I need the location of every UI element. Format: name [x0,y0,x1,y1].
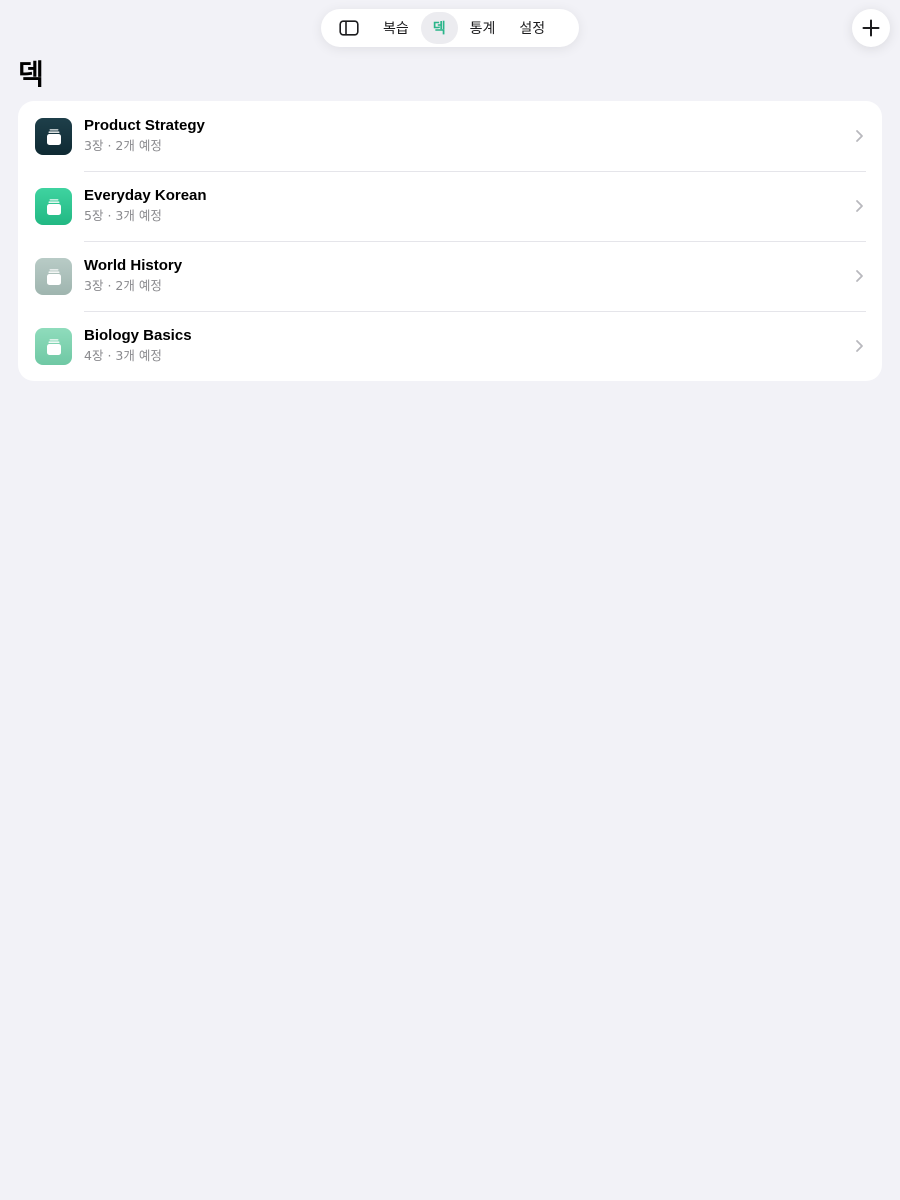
deck-row-world-history[interactable]: World History 3장 · 2개 예정 [18,241,882,311]
deck-stack-icon [35,258,72,295]
deck-stack-icon [35,328,72,365]
deck-meta: 3장 · 2개 예정 [84,278,162,293]
tab-review[interactable]: 복습 [371,12,421,44]
deck-meta: 4장 · 3개 예정 [84,348,162,363]
deck-meta: 5장 · 3개 예정 [84,208,162,223]
chevron-right-icon [856,200,863,212]
deck-stack-icon [35,118,72,155]
chevron-right-icon [856,270,863,282]
deck-title: World History [84,257,183,274]
tab-settings[interactable]: 설정 [507,12,557,44]
deck-meta: 3장 · 2개 예정 [84,138,162,153]
add-deck-button[interactable] [852,9,890,47]
sidebar-toggle-icon [339,20,359,36]
page-title: 덱 [18,58,44,91]
deck-row-biology-basics[interactable]: Biology Basics 4장 · 3개 예정 [18,311,882,381]
deck-row-product-strategy[interactable]: Product Strategy 3장 · 2개 예정 [18,101,882,171]
tab-stats[interactable]: 통계 [458,12,508,44]
chevron-right-icon [856,340,863,352]
sidebar-toggle-button[interactable] [327,12,371,44]
deck-list: Product Strategy 3장 · 2개 예정 Everyday Kor… [18,101,882,381]
top-tab-bar: 복습 덱 통계 설정 [321,9,579,47]
deck-title: Everyday Korean [84,187,207,204]
chevron-right-icon [856,130,863,142]
tab-decks[interactable]: 덱 [420,12,458,44]
plus-icon [862,19,880,37]
deck-stack-icon [35,188,72,225]
deck-row-everyday-korean[interactable]: Everyday Korean 5장 · 3개 예정 [18,171,882,241]
deck-title: Biology Basics [84,327,192,344]
deck-title: Product Strategy [84,117,205,134]
app-window: 복습 덱 통계 설정 덱 Product Strategy 3장 · 2개 예정 [0,0,900,1200]
